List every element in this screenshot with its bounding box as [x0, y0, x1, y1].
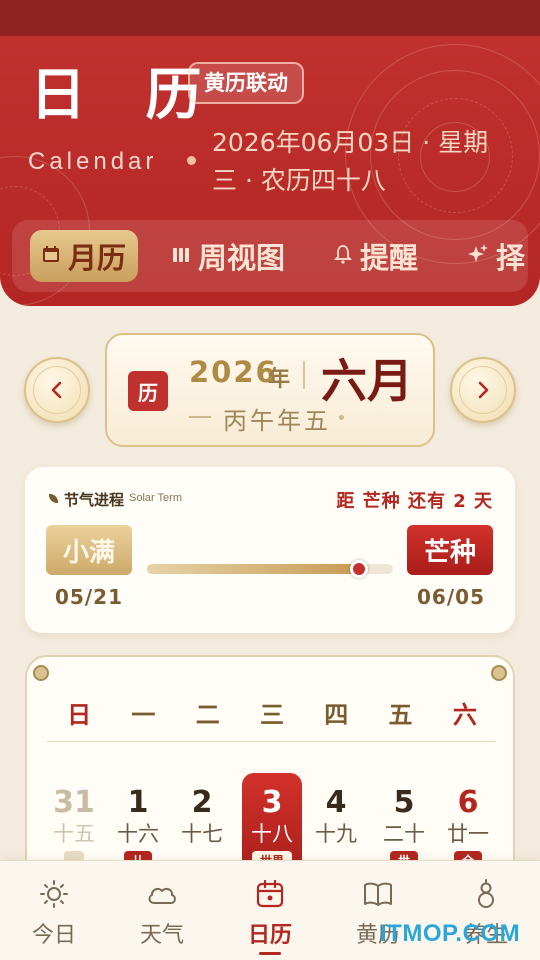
previous-term-date: 05/21: [55, 585, 123, 609]
calendar-icon: [42, 244, 60, 268]
year-unit: 年: [268, 367, 291, 392]
sun-icon: [14, 879, 94, 909]
weekday-label: 二: [195, 701, 220, 729]
month-selector[interactable]: 历 2026 年 六月 丙午年五: [105, 333, 435, 447]
lunar-date: 十五: [53, 822, 95, 846]
book-icon: [338, 879, 418, 909]
prev-month-button[interactable]: [24, 357, 90, 423]
lunar-date: 十六: [117, 822, 159, 846]
site-watermark: ITMOP.COM: [380, 920, 521, 947]
tab-month[interactable]: 月历: [30, 230, 139, 282]
app-header: 日 历 黄历联动 Calendar 2026年06月03日 · 星期三 · 农历…: [0, 36, 540, 306]
lunar-date: 十九: [315, 822, 357, 846]
calendar-day-cell-today[interactable]: 3 十八 世界: [242, 773, 302, 871]
month-name: 六月: [321, 354, 413, 408]
weekday-label: 四: [324, 701, 349, 729]
lunar-date: 十八: [251, 822, 293, 846]
sparkle-icon: [468, 243, 488, 269]
calendar-icon: [230, 879, 310, 909]
current-date: 2026年06月03日 · 星期三 · 农历四十八: [212, 128, 489, 195]
weekday-header: 日 一 二 三 四 五 六: [47, 695, 497, 731]
gourd-icon: [446, 879, 526, 909]
nav-label: 日历: [247, 923, 292, 948]
pin-decoration: [33, 665, 49, 681]
ganzhi-year: 丙午年五: [223, 407, 331, 435]
next-month-button[interactable]: [450, 357, 516, 423]
day-number: 3: [261, 785, 283, 820]
separator-dot: [187, 156, 196, 165]
tab-week[interactable]: 周视图: [172, 230, 285, 282]
calendar-day-cell[interactable]: 31 十五: [44, 785, 104, 871]
calendar-day-cell[interactable]: 2 十七: [172, 785, 232, 847]
solar-term-label-en: Solar Term: [129, 492, 182, 504]
day-number: 31: [53, 785, 95, 820]
weekday-label: 三: [259, 701, 284, 729]
term-progress-fill: [147, 564, 359, 574]
solar-term-card: 节气进程 Solar Term 距 芒种 还有 2 天 小满 05/21 芒种 …: [25, 467, 515, 633]
lunar-date: 二十: [383, 822, 425, 846]
year-number: 2026: [189, 355, 278, 389]
term-progress-bar: [147, 560, 393, 578]
weekday-label: 一: [131, 701, 156, 729]
leaf-icon: [49, 494, 58, 503]
tab-label: 月历: [68, 241, 127, 275]
tab-label: 提醒: [360, 241, 419, 275]
weekday-label: 五: [388, 701, 413, 729]
solar-term-label: 节气进程: [64, 491, 125, 509]
nav-weather[interactable]: 天气: [122, 879, 202, 949]
tab-select[interactable]: 择: [468, 230, 525, 282]
decorative-dot: [339, 415, 344, 420]
decorative-dash: [189, 416, 211, 418]
chevron-left-icon: [33, 366, 81, 414]
nav-label: 天气: [139, 923, 184, 948]
nav-calendar[interactable]: 日历: [230, 879, 310, 955]
calendar-badge: 历: [128, 371, 168, 411]
chevron-right-icon: [459, 366, 507, 414]
bell-icon: [333, 244, 353, 269]
lunar-date: 十七: [181, 822, 223, 846]
active-indicator: [259, 952, 281, 955]
pin-decoration: [491, 665, 507, 681]
nav-today[interactable]: 今日: [14, 879, 94, 949]
calendar-day-cell[interactable]: 6 廿一 全: [438, 785, 498, 871]
divider: [303, 361, 305, 389]
cloud-icon: [122, 879, 202, 909]
view-tabs: 月历 周视图 提醒 择: [12, 220, 528, 292]
calendar-day-cell[interactable]: 1 十六 儿: [108, 785, 168, 871]
day-number: 2: [191, 785, 213, 820]
english-subtitle: Calendar: [28, 148, 158, 175]
divider: [47, 741, 495, 742]
day-number: 5: [393, 785, 415, 820]
day-number: 1: [127, 785, 149, 820]
term-progress-marker: [349, 560, 368, 578]
tab-label: 择: [496, 241, 526, 275]
tab-label: 周视图: [198, 241, 286, 275]
nav-label: 今日: [31, 923, 76, 948]
calendar-day-cell[interactable]: 4 十九: [306, 785, 366, 847]
lunar-date: 廿一: [447, 822, 489, 846]
calendar-day-cell[interactable]: 5 二十 世: [374, 785, 434, 871]
previous-term-chip[interactable]: 小满: [46, 525, 132, 575]
next-term-chip[interactable]: 芒种: [407, 525, 493, 575]
weekday-label: 六: [452, 701, 477, 729]
day-number: 4: [325, 785, 347, 820]
almanac-link-badge[interactable]: 黄历联动: [188, 62, 304, 104]
weekday-label: 日: [67, 701, 92, 729]
solar-term-countdown: 距 芒种 还有 2 天: [336, 491, 493, 512]
tab-reminder[interactable]: 提醒: [333, 230, 419, 282]
day-number: 6: [457, 785, 479, 820]
next-term-date: 06/05: [417, 585, 485, 609]
calendar-week-row: 31 十五 1 十六 儿 2 十七 3 十八 世界 4 十九 5 二十 世 6: [44, 773, 500, 871]
status-bar: [0, 0, 540, 36]
week-view-icon: [172, 244, 190, 268]
